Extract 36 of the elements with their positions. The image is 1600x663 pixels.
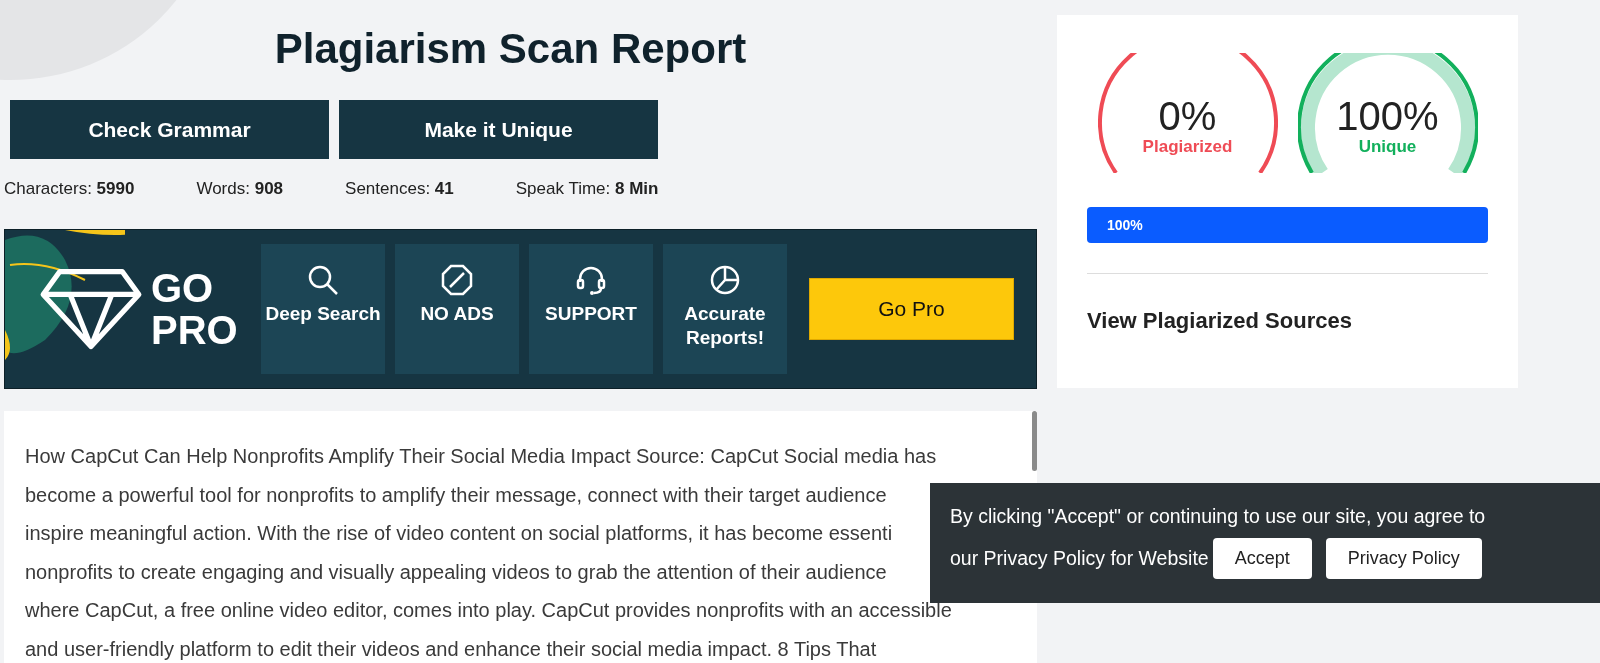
text-line: and user-friendly platform to edit their videos and enhance their social media impact. 8 Tips That (25, 636, 877, 662)
promo-heading: GO (151, 267, 215, 309)
feature-label: NO ADS (420, 302, 494, 326)
gauge-value: 100% (1336, 95, 1439, 137)
prohibited-icon (441, 264, 473, 296)
stat-text: Speak Time: 8 Min (515, 179, 659, 199)
progress-reading: 100% (1107, 217, 1143, 233)
stat-text: Sentences: 41 (345, 179, 454, 199)
text-line: How CapCut Can Help Nonprofits Amplify Their Social Media Impact Source: CapCut Social media has (25, 444, 937, 469)
scrollbar-thumb[interactable] (1032, 411, 1037, 471)
search-icon (307, 264, 339, 296)
headset-icon (575, 264, 607, 296)
cookie-button[interactable]: Accept (1212, 538, 1312, 579)
cookie-button[interactable]: Privacy Policy (1325, 538, 1482, 579)
cookie-text: By clicking "Accept" or continuing to use our site, you agree to (950, 505, 1487, 528)
text-line: where CapCut, a free online video editor, comes into play. CapCut provides nonprofits with an accessible (25, 598, 952, 623)
action-button[interactable]: Make it Unique (339, 100, 658, 159)
stat-text: Characters: 5990 (4, 179, 135, 199)
gauge-label: Plagiarized (1142, 137, 1233, 157)
promo-heading: PRO (151, 309, 238, 351)
text-line: become a powerful tool for nonprofits to amplify their message, connect with their target audience (25, 482, 887, 508)
diamond-icon (39, 267, 143, 351)
feature-label: SUPPORT (545, 302, 637, 326)
text-line: nonprofits to create engaging and visually appealing videos to grab the attention of their audience (25, 559, 887, 585)
cookie-text: our Privacy Policy for Website (950, 547, 1209, 570)
go-pro-button[interactable]: Go Pro (809, 278, 1014, 340)
gauge-value: 0% (1158, 95, 1217, 137)
text-line: inspire meaningful action. With the rise of video content on social platforms, it has become essenti (25, 521, 893, 546)
feature-label: Deep Search (265, 302, 381, 326)
gauge-label: Unique (1358, 137, 1417, 157)
page-title: Plagiarism Scan Report (274, 24, 747, 74)
action-button[interactable]: Check Grammar (10, 100, 329, 159)
feature-label: Accurate Reports! (683, 302, 767, 350)
pie-chart-icon (709, 264, 741, 296)
sources-link[interactable]: View Plagiarized Sources (1087, 308, 1352, 334)
stat-text: Words: 908 (196, 179, 284, 199)
